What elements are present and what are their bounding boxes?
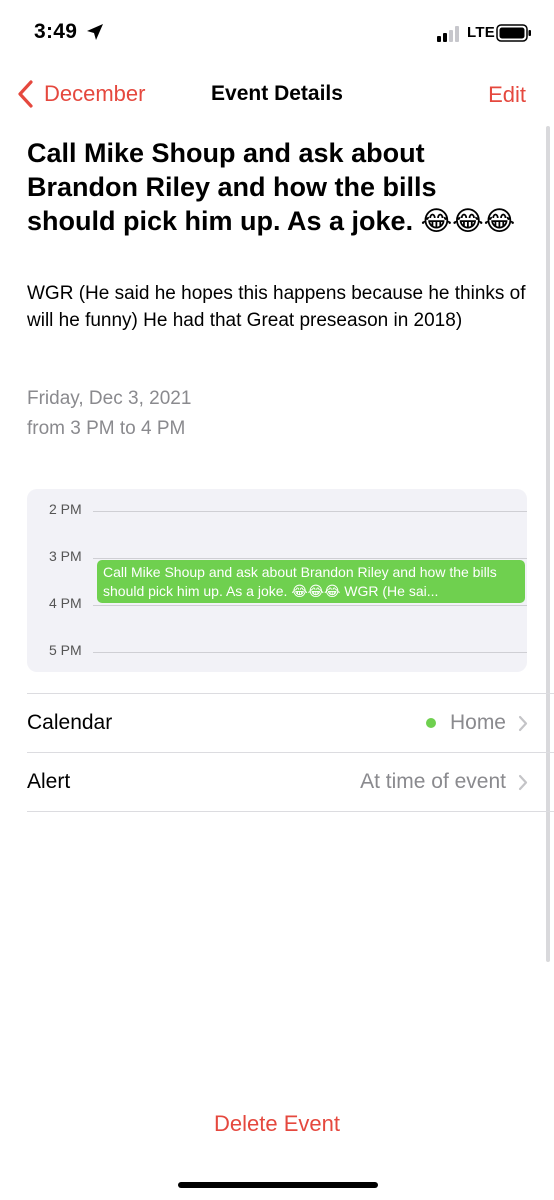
calendar-color-dot: [425, 718, 436, 728]
timeline-event-block[interactable]: Call Mike Shoup and ask about Brandon Ri…: [97, 560, 525, 603]
event-date: Friday, Dec 3, 2021: [27, 388, 192, 409]
timeline-hour-label: 3 PM: [49, 548, 82, 564]
divider: [27, 811, 554, 812]
calendar-row[interactable]: Calendar Home: [27, 694, 528, 752]
calendar-row-label: Calendar: [27, 711, 113, 734]
timeline-hour-line: [93, 605, 527, 606]
timeline-hour-line: [93, 558, 527, 559]
chevron-right-icon: [518, 715, 528, 731]
timeline-hour-line: [93, 652, 527, 653]
event-notes: WGR (He said he hopes this happens becau…: [27, 283, 526, 331]
timeline-hour-line: [93, 511, 527, 512]
edit-button[interactable]: Edit: [488, 82, 526, 108]
status-time: 3:49: [34, 20, 78, 43]
chevron-right-icon: [518, 774, 528, 790]
status-bar: 3:49 LTE: [0, 0, 554, 66]
timeline-event-text: Call Mike Shoup and ask about Brandon Ri…: [103, 564, 497, 599]
event-title: Call Mike Shoup and ask about Brandon Ri…: [27, 138, 516, 236]
timeline-hour-label: 4 PM: [49, 595, 82, 611]
alert-row-label: Alert: [27, 770, 71, 793]
network-type: LTE: [467, 24, 496, 41]
timeline-hour-label: 2 PM: [49, 501, 82, 517]
alert-row-value-group: At time of event: [360, 770, 528, 794]
page-title: Event Details: [211, 82, 343, 105]
delete-event-button[interactable]: Delete Event: [0, 1111, 554, 1137]
location-arrow-icon: [87, 24, 103, 40]
event-time-range: from 3 PM to 4 PM: [27, 418, 186, 439]
battery-icon: [496, 24, 531, 42]
cell-signal-icon: [437, 26, 459, 42]
day-timeline-preview[interactable]: 2 PM 3 PM 4 PM 5 PM Call Mike Shoup and …: [27, 489, 527, 672]
timeline-hour-row: 2 PM: [27, 501, 527, 521]
scroll-indicator: [546, 126, 550, 962]
calendar-row-value-group: Home: [425, 711, 528, 735]
alert-row[interactable]: Alert At time of event: [27, 753, 528, 811]
calendar-row-value: Home: [449, 711, 506, 734]
home-indicator[interactable]: [178, 1182, 378, 1188]
timeline-hour-row: 5 PM: [27, 642, 527, 662]
alert-row-value: At time of event: [360, 770, 506, 793]
event-date-block: Friday, Dec 3, 2021 from 3 PM to 4 PM: [27, 384, 191, 444]
timeline-hour-label: 5 PM: [49, 642, 82, 658]
